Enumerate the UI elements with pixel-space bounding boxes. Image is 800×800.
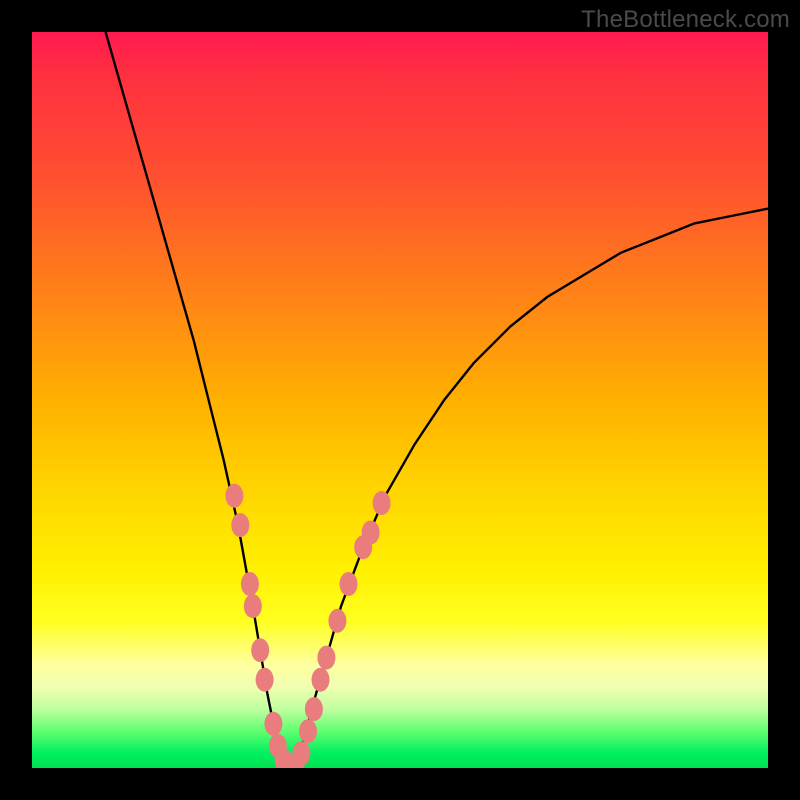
curve-marker [241, 572, 259, 596]
curve-marker [231, 513, 249, 537]
curve-marker [251, 638, 269, 662]
curve-marker [305, 697, 323, 721]
plot-area [32, 32, 768, 768]
curve-marker [362, 521, 380, 545]
curve-marker [328, 609, 346, 633]
curve-marker [312, 668, 330, 692]
curve-marker [299, 719, 317, 743]
curve-marker [373, 491, 391, 515]
curve-marker [264, 712, 282, 736]
curve-markers [225, 484, 390, 768]
curve-marker [340, 572, 358, 596]
chart-svg [32, 32, 768, 768]
curve-marker [244, 594, 262, 618]
bottleneck-curve [106, 32, 768, 768]
curve-marker [292, 741, 310, 765]
curve-marker [256, 668, 274, 692]
chart-frame: TheBottleneck.com [0, 0, 800, 800]
watermark-text: TheBottleneck.com [581, 6, 790, 34]
curve-marker [225, 484, 243, 508]
curve-marker [317, 646, 335, 670]
